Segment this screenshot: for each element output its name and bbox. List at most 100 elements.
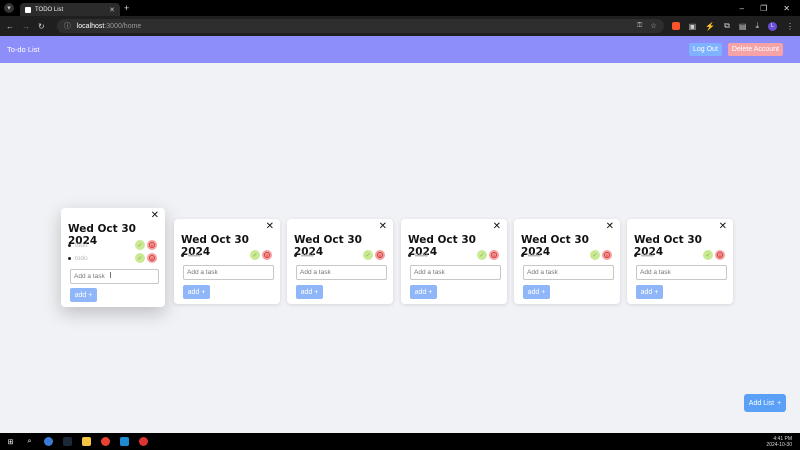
complete-task-button[interactable]: ✓ — [135, 253, 145, 263]
task-text: todo — [641, 251, 654, 259]
delete-task-button[interactable]: ✕ — [602, 250, 612, 260]
favicon-icon — [25, 6, 31, 13]
system-clock[interactable]: 4:41 PM 2024-10-30 — [766, 436, 792, 448]
tab-close-icon[interactable]: ✕ — [109, 6, 115, 14]
extensions-puzzle-icon[interactable]: ⧉ — [724, 21, 730, 31]
file-explorer-icon[interactable] — [82, 437, 91, 446]
sidebar-icon[interactable]: ▤ — [739, 22, 747, 31]
add-task-input[interactable] — [183, 265, 274, 280]
os-taskbar: ⊞ ⌕ 4:41 PM 2024-10-30 — [0, 433, 800, 450]
wallet-icon[interactable]: ▣ — [689, 22, 697, 31]
complete-task-button[interactable]: ✓ — [703, 250, 713, 260]
add-label: add — [640, 288, 653, 296]
task-text: todo — [75, 241, 88, 249]
bullet — [521, 253, 524, 257]
add-task-button[interactable]: add + — [296, 285, 323, 299]
add-task-button[interactable]: add + — [523, 285, 550, 299]
todo-list-card: ✕ Wed Oct 30 2024 todo ✓ ✕ add+ — [514, 219, 620, 304]
bullet — [294, 253, 297, 257]
new-tab-icon[interactable]: + — [124, 3, 129, 13]
add-list-button[interactable]: Add List + — [744, 394, 786, 412]
app-icon[interactable] — [139, 437, 148, 446]
download-icon[interactable]: ⤓ — [755, 21, 759, 31]
plus-icon: + — [541, 288, 546, 296]
add-task-input[interactable] — [70, 269, 159, 284]
delete-task-button[interactable]: ✕ — [375, 250, 385, 260]
tab-title: TODO List — [35, 6, 64, 13]
url-host: localhost — [76, 22, 105, 30]
bullet — [408, 253, 411, 257]
brave-shields-icon[interactable] — [671, 22, 680, 30]
todo-list-card: ✕ Wed Oct 30 2024 todo ✓ ✕ add+ — [287, 219, 393, 304]
delete-task-button[interactable]: ✕ — [262, 250, 272, 260]
task-text: todo — [188, 251, 201, 259]
complete-task-button[interactable]: ✓ — [477, 250, 487, 260]
windows-start-icon[interactable]: ⊞ — [6, 437, 15, 446]
vscode-icon[interactable] — [120, 437, 129, 446]
chrome-icon[interactable] — [101, 437, 110, 446]
restore-icon[interactable]: ❐ — [760, 4, 767, 13]
tab-search-icon[interactable]: ▾ — [4, 3, 14, 13]
close-list-icon[interactable]: ✕ — [266, 221, 274, 232]
plus-icon: + — [88, 291, 93, 299]
delete-icon: ✕ — [264, 252, 270, 258]
password-key-icon[interactable]: ⚿ — [637, 22, 642, 30]
list-item: todo ✓ ✕ — [68, 239, 157, 251]
todo-list-card: ✕ Wed Oct 30 2024 todo ✓ ✕ add+ — [401, 219, 507, 304]
add-task-input[interactable] — [410, 265, 501, 280]
extension-icon[interactable]: ⚡ — [705, 22, 715, 31]
complete-task-button[interactable]: ✓ — [363, 250, 373, 260]
text-cursor — [110, 272, 111, 278]
bookmark-star-icon[interactable]: ☆ — [650, 22, 656, 30]
menu-icon[interactable]: ⋮ — [786, 22, 794, 31]
list-item: todo ✓ ✕ — [521, 249, 612, 261]
steam-icon[interactable] — [63, 437, 72, 446]
add-task-input[interactable] — [636, 265, 727, 280]
close-list-icon[interactable]: ✕ — [493, 221, 501, 232]
url-path: :3000/home — [104, 22, 142, 30]
add-label: add — [187, 288, 200, 296]
delete-task-button[interactable]: ✕ — [715, 250, 725, 260]
app-header: To-do List Log Out Delete Account — [0, 36, 800, 63]
delete-task-button[interactable]: ✕ — [147, 240, 157, 250]
window-controls: – ❐ ✕ — [740, 4, 790, 13]
browser-tabstrip: ▾ TODO List ✕ + – ❐ ✕ — [0, 0, 800, 16]
address-bar[interactable]: ⓘ localhost :3000/home ⚿ ☆ — [56, 19, 664, 33]
add-task-button[interactable]: add + — [636, 285, 663, 299]
search-icon[interactable]: ⌕ — [25, 437, 34, 446]
forward-icon[interactable]: → — [22, 22, 30, 31]
browser-tab[interactable]: TODO List ✕ — [20, 3, 120, 16]
add-task-input[interactable] — [296, 265, 387, 280]
complete-task-button[interactable]: ✓ — [590, 250, 600, 260]
logout-button[interactable]: Log Out — [688, 43, 722, 56]
complete-task-button[interactable]: ✓ — [250, 250, 260, 260]
complete-task-button[interactable]: ✓ — [135, 240, 145, 250]
delete-icon: ✕ — [377, 252, 383, 258]
add-task-button[interactable]: add + — [410, 285, 437, 299]
todo-list-card: ✕ Wed Oct 30 2024 todo ✓ ✕ add+ — [174, 219, 280, 304]
delete-task-button[interactable]: ✕ — [489, 250, 499, 260]
copilot-icon[interactable] — [44, 437, 53, 446]
close-list-icon[interactable]: ✕ — [379, 221, 387, 232]
list-item: todo ✓ ✕ — [181, 249, 272, 261]
task-text: todo — [528, 251, 541, 259]
add-task-button[interactable]: add + — [70, 288, 97, 302]
delete-icon: ✕ — [604, 252, 610, 258]
close-list-icon[interactable]: ✕ — [151, 210, 159, 221]
delete-account-button[interactable]: Delete Account — [727, 43, 783, 56]
app-title: To-do List — [7, 45, 40, 54]
add-task-input[interactable] — [523, 265, 614, 280]
close-window-icon[interactable]: ✕ — [783, 4, 790, 13]
close-list-icon[interactable]: ✕ — [606, 221, 614, 232]
site-info-icon[interactable]: ⓘ — [64, 21, 71, 31]
add-task-button[interactable]: add + — [183, 285, 210, 299]
minimize-icon[interactable]: – — [740, 4, 744, 13]
delete-task-button[interactable]: ✕ — [147, 253, 157, 263]
list-item: todo ✓ ✕ — [408, 249, 499, 261]
reload-icon[interactable]: ↻ — [38, 22, 45, 31]
plus-icon: + — [654, 288, 659, 296]
back-icon[interactable]: ← — [6, 22, 14, 31]
bullet — [68, 243, 71, 247]
close-list-icon[interactable]: ✕ — [719, 221, 727, 232]
profile-avatar[interactable]: L — [768, 21, 777, 31]
